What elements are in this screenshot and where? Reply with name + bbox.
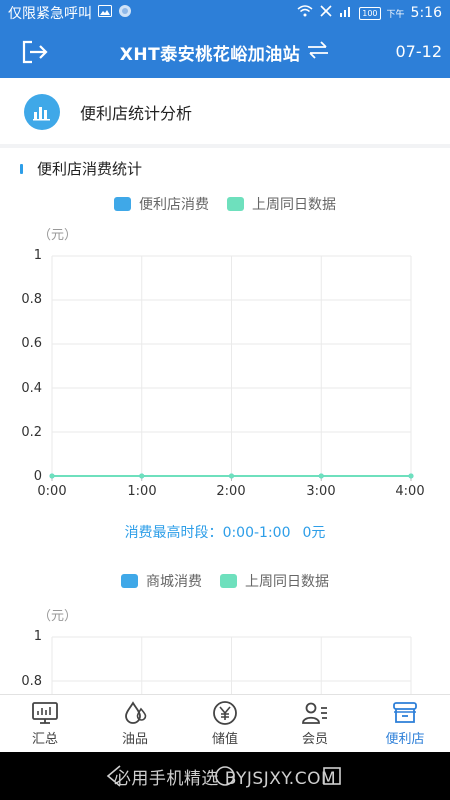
legend-label-mall-last-week: 上周同日数据 (245, 574, 329, 590)
station-switcher[interactable]: XHT泰安桃花峪加油站 (0, 26, 450, 78)
clock-text: 5:16 (410, 5, 442, 21)
tab-store-label: 便利店 (385, 732, 425, 747)
tab-member-label: 会员 (301, 732, 328, 747)
status-bar: 仅限紧急呼叫 100 下午 5:16 (0, 0, 450, 26)
monitor-icon (32, 702, 58, 724)
data-point (318, 473, 324, 479)
data-point (408, 473, 414, 479)
oil-drop-icon (125, 701, 147, 724)
data-point (49, 473, 55, 479)
signal-icon (339, 5, 353, 21)
system-nav-bar: 必用手机精选 BYJSJXY.COM (0, 752, 450, 800)
mute-icon (319, 4, 333, 22)
watermark-text: 必用手机精选 BYJSJXY.COM (113, 769, 337, 789)
app-header: XHT泰安桃花峪加油站 07-12 (0, 26, 450, 78)
data-point (229, 473, 234, 479)
header-date[interactable]: 07-12 (396, 42, 443, 61)
tab-oil[interactable]: 油品 (90, 695, 180, 752)
wifi-icon (297, 5, 313, 21)
tab-oil-label: 油品 (121, 732, 148, 747)
yen-icon (213, 701, 237, 725)
tab-stored-value-label: 储值 (211, 732, 238, 747)
y-tick: 0.8 (21, 674, 42, 689)
bottom-tab-bar: 汇总 油品 储值 会员 便利店 (0, 694, 450, 752)
legend-item-mall[interactable]: 商城消费 (121, 571, 202, 591)
peak-value: 0元 (302, 525, 326, 541)
battery-icon: 100 (359, 6, 381, 20)
ampm-text: 下午 (386, 9, 405, 20)
tab-summary[interactable]: 汇总 (0, 695, 90, 752)
chart2-legend: 商城消费 上周同日数据 (0, 571, 450, 591)
stats-card: 便利店消费统计 便利店消费 上周同日数据 （元） 1 0.8 0.6 0.4 0… (0, 148, 450, 694)
member-icon (302, 702, 327, 724)
data-point (139, 473, 145, 479)
legend-swatch-mall-last-week (220, 574, 237, 588)
bar-chart-icon (24, 94, 60, 130)
peak-period: 0:00-1:00 (222, 525, 291, 541)
tab-member[interactable]: 会员 (270, 695, 360, 752)
tab-summary-label: 汇总 (31, 732, 58, 747)
legend-swatch-mall (121, 574, 138, 588)
tab-store[interactable]: 便利店 (360, 695, 450, 752)
section-header: 便利店统计分析 (0, 78, 450, 144)
switch-arrows-icon (306, 41, 330, 63)
tab-stored-value[interactable]: 储值 (180, 695, 270, 752)
section-title: 便利店统计分析 (80, 104, 193, 123)
legend-item-mall-last-week[interactable]: 上周同日数据 (220, 571, 329, 591)
station-title: XHT泰安桃花峪加油站 (119, 44, 301, 65)
legend-label-mall: 商城消费 (146, 574, 202, 590)
y-tick: 1 (33, 629, 42, 644)
app-notification-icon (118, 4, 132, 22)
carrier-text: 仅限紧急呼叫 (8, 6, 92, 22)
store-icon (393, 702, 417, 723)
peak-summary: 消费最高时段：0:00-1:00 0元 (0, 522, 450, 542)
image-notification-icon (98, 5, 112, 21)
peak-label: 消费最高时段： (124, 525, 223, 541)
chart2-unit: （元） (38, 609, 78, 624)
